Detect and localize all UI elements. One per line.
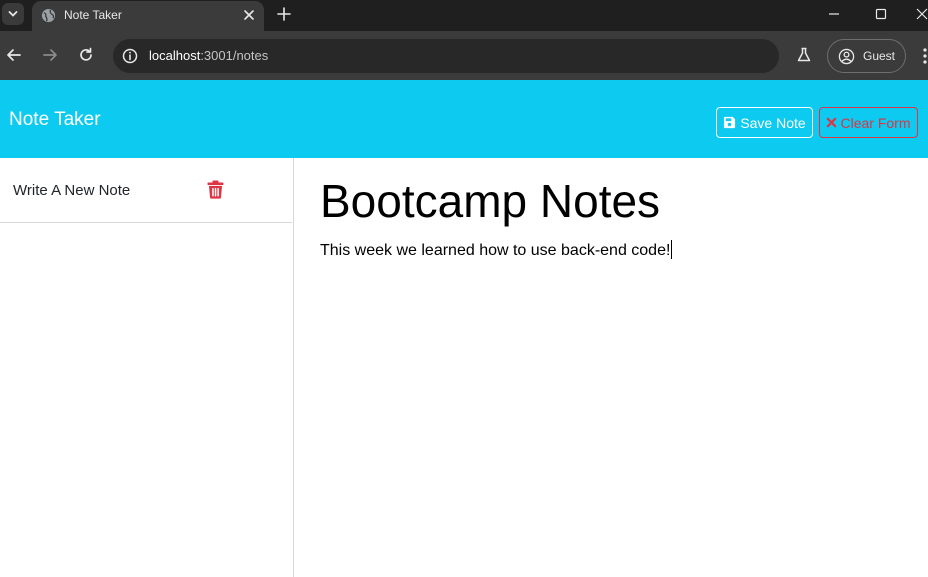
note-list-title[interactable]: Write A New Note bbox=[13, 182, 130, 199]
note-editor: Bootcamp Notes This week we learned how … bbox=[294, 158, 928, 577]
more-menu-icon[interactable] bbox=[920, 47, 928, 65]
site-info-icon[interactable] bbox=[121, 47, 139, 65]
list-item[interactable]: Write A New Note bbox=[0, 158, 292, 223]
app-brand[interactable]: Note Taker bbox=[9, 109, 101, 131]
url-host: localhost bbox=[149, 48, 201, 63]
save-note-button[interactable]: Save Note bbox=[716, 107, 813, 138]
account-circle-icon bbox=[838, 48, 855, 65]
url-text[interactable]: localhost:3001/notes bbox=[149, 48, 268, 63]
back-arrow-icon[interactable] bbox=[5, 46, 23, 64]
x-mark-icon bbox=[827, 117, 837, 128]
reload-icon[interactable] bbox=[77, 46, 95, 64]
browser-tab-strip: Note Taker bbox=[0, 0, 928, 31]
save-icon bbox=[724, 116, 736, 129]
profile-label: Guest bbox=[863, 49, 896, 63]
url-path: :3001/notes bbox=[200, 48, 269, 63]
flask-icon[interactable] bbox=[795, 46, 813, 64]
browser-tab[interactable]: Note Taker bbox=[32, 1, 264, 31]
address-bar[interactable]: localhost:3001/notes bbox=[113, 39, 779, 73]
maximize-icon[interactable] bbox=[873, 6, 889, 22]
tab-title: Note Taker bbox=[64, 8, 122, 22]
clear-form-button[interactable]: Clear Form bbox=[819, 107, 918, 138]
text-cursor bbox=[671, 240, 673, 259]
notes-list: Write A New Note bbox=[0, 158, 294, 577]
chevron-down-icon bbox=[8, 11, 18, 17]
note-text-area[interactable]: This week we learned how to use back-end… bbox=[320, 240, 673, 260]
new-tab-plus-icon[interactable] bbox=[276, 6, 292, 22]
tab-search-button[interactable] bbox=[2, 3, 24, 25]
browser-toolbar: localhost:3001/notes Guest bbox=[0, 31, 928, 80]
minimize-icon[interactable] bbox=[826, 6, 842, 22]
note-title-input[interactable]: Bootcamp Notes bbox=[320, 174, 660, 228]
trash-icon[interactable] bbox=[207, 180, 224, 199]
note-text: This week we learned how to use back-end… bbox=[320, 242, 671, 259]
close-icon[interactable] bbox=[243, 9, 255, 21]
forward-arrow-icon[interactable] bbox=[41, 46, 59, 64]
window-close-icon[interactable] bbox=[914, 6, 928, 22]
clear-form-label: Clear Form bbox=[840, 114, 911, 131]
app-navbar: Note Taker Save Note Clear Form bbox=[0, 80, 928, 158]
profile-button[interactable]: Guest bbox=[827, 39, 906, 73]
globe-icon bbox=[41, 8, 56, 23]
save-note-label: Save Note bbox=[740, 114, 806, 131]
